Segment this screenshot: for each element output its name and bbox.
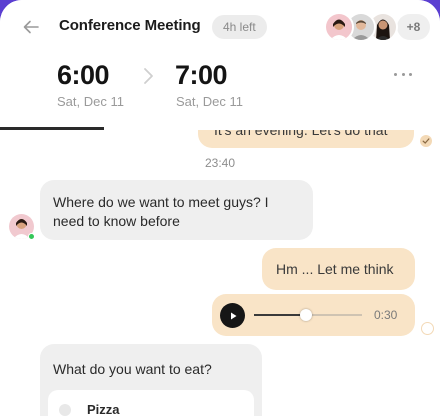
end-date: Sat, Dec 11 bbox=[176, 94, 243, 109]
more-options-button[interactable] bbox=[394, 68, 412, 80]
participant-avatar[interactable] bbox=[324, 12, 354, 42]
voice-progress-handle[interactable] bbox=[300, 309, 312, 321]
poll-option-label: Pizza bbox=[87, 402, 120, 416]
poll-question: What do you want to eat? bbox=[53, 361, 212, 377]
play-icon bbox=[230, 312, 236, 319]
meeting-title: Conference Meeting bbox=[59, 17, 201, 34]
more-participants-button[interactable]: +8 bbox=[397, 14, 430, 40]
chat-window: It's an evening. Let's do that 23:40 Whe… bbox=[0, 0, 440, 416]
end-time: 7:00 bbox=[175, 60, 228, 90]
meeting-progress-bar bbox=[0, 127, 104, 130]
chevron-right-icon bbox=[144, 68, 153, 84]
pending-status-icon bbox=[421, 322, 434, 335]
poll-card: What do you want to eat? Pizza bbox=[40, 344, 262, 416]
back-button[interactable] bbox=[18, 14, 44, 40]
start-time: 6:00 bbox=[57, 60, 110, 90]
message-timestamp: 23:40 bbox=[204, 156, 236, 170]
radio-button[interactable] bbox=[59, 404, 71, 416]
start-date: Sat, Dec 11 bbox=[57, 94, 124, 109]
incoming-message-bubble: Where do we want to meet guys? I need to… bbox=[40, 180, 313, 240]
time-left-badge: 4h left bbox=[212, 15, 267, 39]
read-check-icon bbox=[420, 135, 432, 147]
message-text: Hm ... Let me think bbox=[276, 261, 394, 277]
voice-progress-fill bbox=[254, 314, 306, 316]
online-status-indicator bbox=[28, 233, 35, 240]
poll-option[interactable]: Pizza bbox=[48, 390, 254, 416]
meeting-header: Conference Meeting 4h left +8 6:00 Sat, … bbox=[0, 0, 440, 130]
message-text: Where do we want to meet guys? I need to… bbox=[53, 194, 269, 229]
voice-message-bubble: 0:30 bbox=[212, 294, 415, 336]
outgoing-message-bubble: Hm ... Let me think bbox=[262, 248, 415, 290]
dot-icon bbox=[394, 72, 397, 76]
play-button[interactable] bbox=[220, 303, 245, 328]
voice-progress-track[interactable] bbox=[254, 309, 362, 321]
arrow-left-icon bbox=[23, 20, 39, 34]
dot-icon bbox=[401, 72, 405, 76]
voice-duration: 0:30 bbox=[374, 308, 398, 322]
dot-icon bbox=[409, 72, 412, 76]
